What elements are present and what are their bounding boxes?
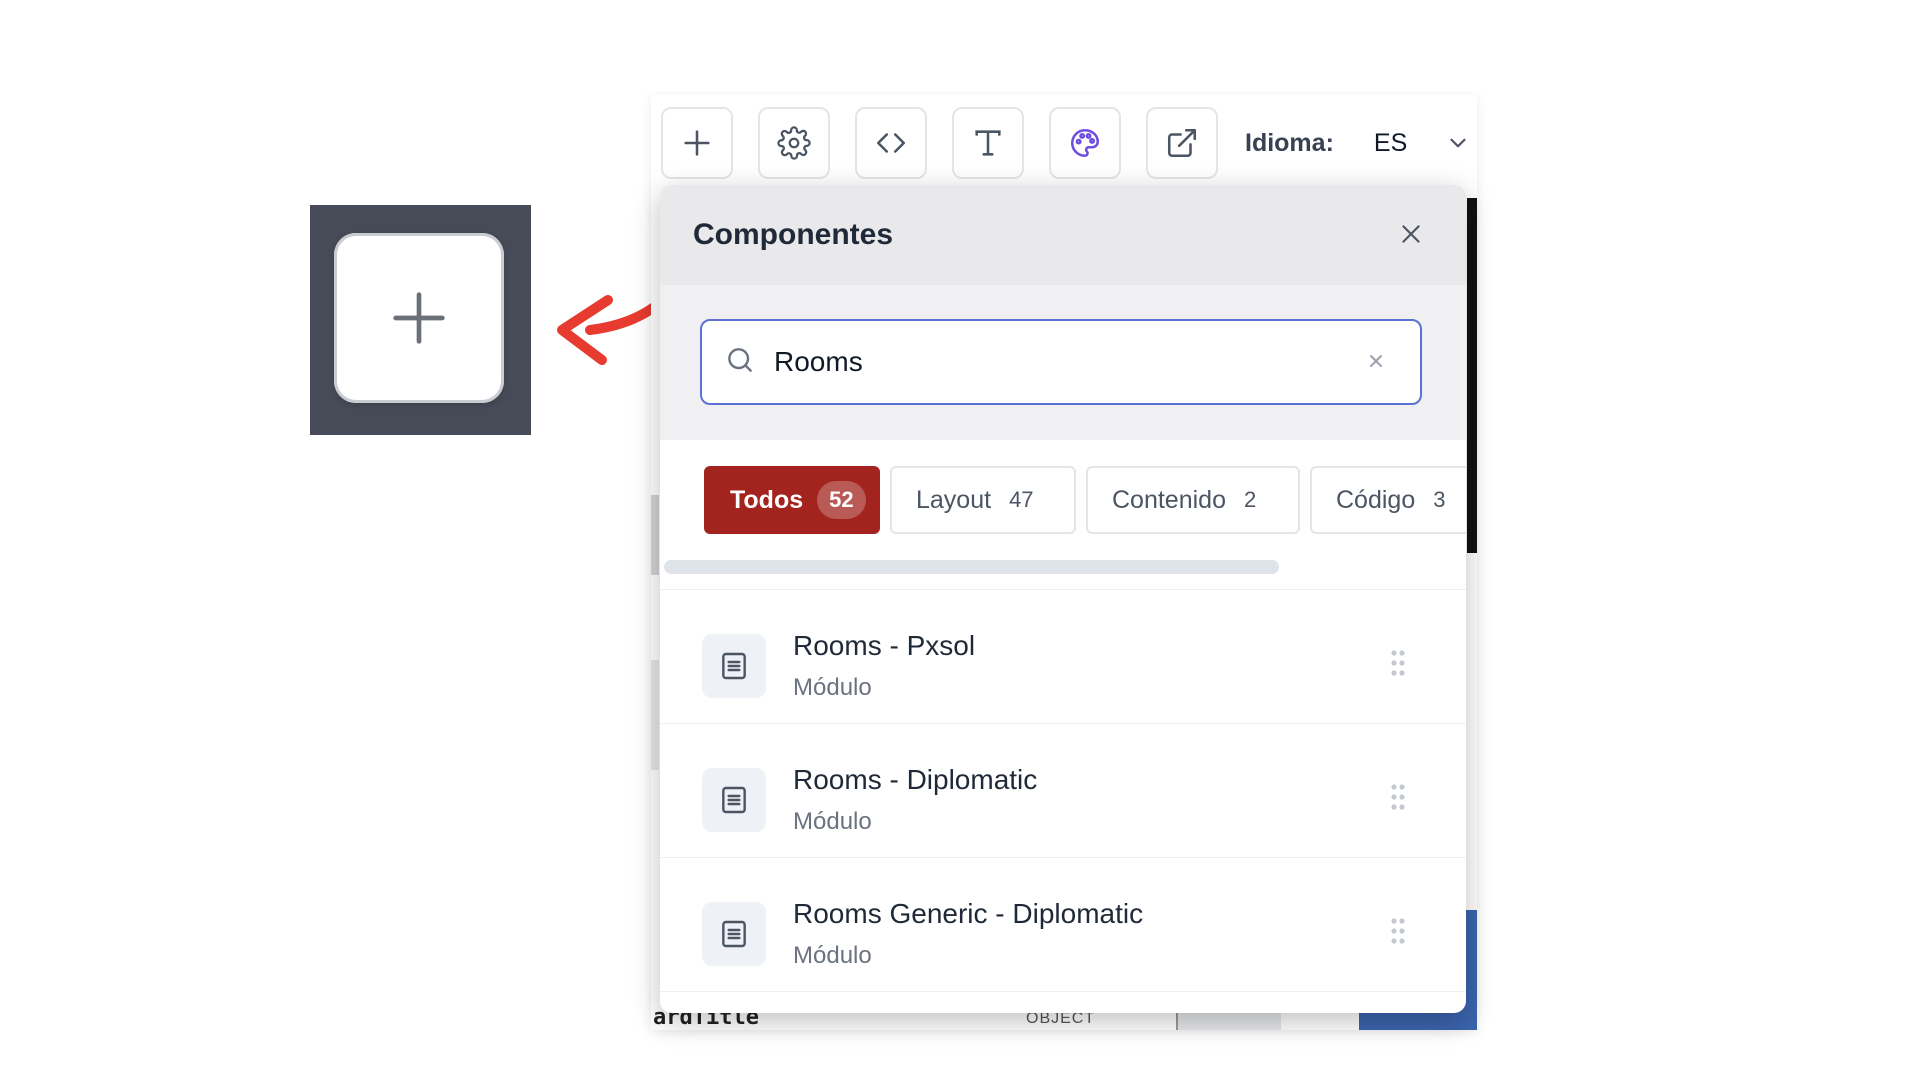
tab-label: Todos bbox=[730, 485, 804, 514]
list-item[interactable]: Rooms - Diplomatic Módulo bbox=[660, 724, 1466, 858]
module-icon bbox=[702, 634, 766, 698]
search-icon bbox=[724, 344, 756, 381]
panel-header: Componentes bbox=[660, 185, 1466, 285]
open-external-button[interactable] bbox=[1146, 107, 1218, 179]
components-list: Rooms - Pxsol Módulo Rooms - Diplomatic … bbox=[660, 590, 1466, 992]
tab-codigo[interactable]: Código 3 bbox=[1310, 466, 1466, 534]
zoomed-add-button bbox=[334, 233, 504, 403]
tab-layout[interactable]: Layout 47 bbox=[890, 466, 1076, 534]
text-icon bbox=[975, 130, 1001, 156]
item-title: Rooms - Pxsol bbox=[793, 630, 976, 661]
module-icon bbox=[702, 902, 766, 966]
plus-icon bbox=[393, 292, 445, 344]
plus-icon bbox=[684, 130, 710, 156]
tab-count: 52 bbox=[817, 481, 866, 519]
tab-contenido[interactable]: Contenido 2 bbox=[1086, 466, 1300, 534]
category-tabs: Todos 52 Layout 47 Contenido 2 Código 3 bbox=[704, 466, 1466, 534]
text-button[interactable] bbox=[952, 107, 1024, 179]
close-icon bbox=[1402, 225, 1420, 243]
language-value: ES bbox=[1373, 128, 1408, 157]
toolbar: Idioma: ES bbox=[651, 95, 1477, 191]
clear-icon bbox=[1370, 355, 1382, 367]
item-subtitle: Módulo bbox=[793, 808, 872, 835]
close-button[interactable] bbox=[1394, 217, 1428, 251]
list-item[interactable]: Rooms Generic - Diplomatic Módulo bbox=[660, 858, 1466, 992]
module-icon bbox=[702, 768, 766, 832]
category-tabs-area: Todos 52 Layout 47 Contenido 2 Código 3 bbox=[660, 440, 1466, 590]
palette-icon bbox=[1070, 128, 1100, 158]
tab-todos[interactable]: Todos 52 bbox=[704, 466, 880, 534]
settings-button[interactable] bbox=[758, 107, 830, 179]
background-strip bbox=[651, 660, 659, 770]
drag-handle-icon[interactable] bbox=[1388, 782, 1408, 812]
drag-handle-icon[interactable] bbox=[1388, 648, 1408, 678]
code-button[interactable] bbox=[855, 107, 927, 179]
tab-count: 47 bbox=[1009, 487, 1034, 512]
search-area bbox=[660, 285, 1466, 440]
panel-title: Componentes bbox=[693, 218, 894, 251]
search-box[interactable] bbox=[700, 319, 1422, 405]
tabs-scrollbar[interactable] bbox=[664, 560, 1279, 574]
add-button[interactable] bbox=[661, 107, 733, 179]
external-link-icon bbox=[1167, 128, 1197, 158]
gear-icon bbox=[777, 126, 811, 160]
item-subtitle: Módulo bbox=[793, 674, 872, 701]
tab-label: Código bbox=[1336, 485, 1416, 514]
theme-button[interactable] bbox=[1049, 107, 1121, 179]
components-panel: Componentes Todos 52 Layout 47 bbox=[660, 185, 1466, 1013]
clear-search-button[interactable] bbox=[1364, 349, 1390, 375]
language-label: Idioma: bbox=[1245, 128, 1334, 157]
search-input[interactable] bbox=[774, 346, 1334, 378]
background-preview-edge bbox=[1467, 198, 1477, 553]
background-strip bbox=[651, 495, 659, 575]
tab-count: 2 bbox=[1243, 487, 1257, 512]
item-title: Rooms - Diplomatic bbox=[793, 764, 1038, 795]
tab-label: Contenido bbox=[1112, 485, 1226, 514]
tab-count: 3 bbox=[1433, 487, 1446, 512]
tab-label: Layout bbox=[916, 485, 992, 514]
zoom-callout bbox=[310, 205, 531, 435]
drag-handle-icon[interactable] bbox=[1388, 916, 1408, 946]
item-subtitle: Módulo bbox=[793, 942, 872, 969]
code-icon bbox=[876, 133, 906, 153]
chevron-down-icon bbox=[1450, 138, 1466, 148]
item-title: Rooms Generic - Diplomatic bbox=[793, 898, 1144, 929]
language-select[interactable]: ES bbox=[1374, 129, 1471, 158]
list-item[interactable]: Rooms - Pxsol Módulo bbox=[660, 590, 1466, 724]
